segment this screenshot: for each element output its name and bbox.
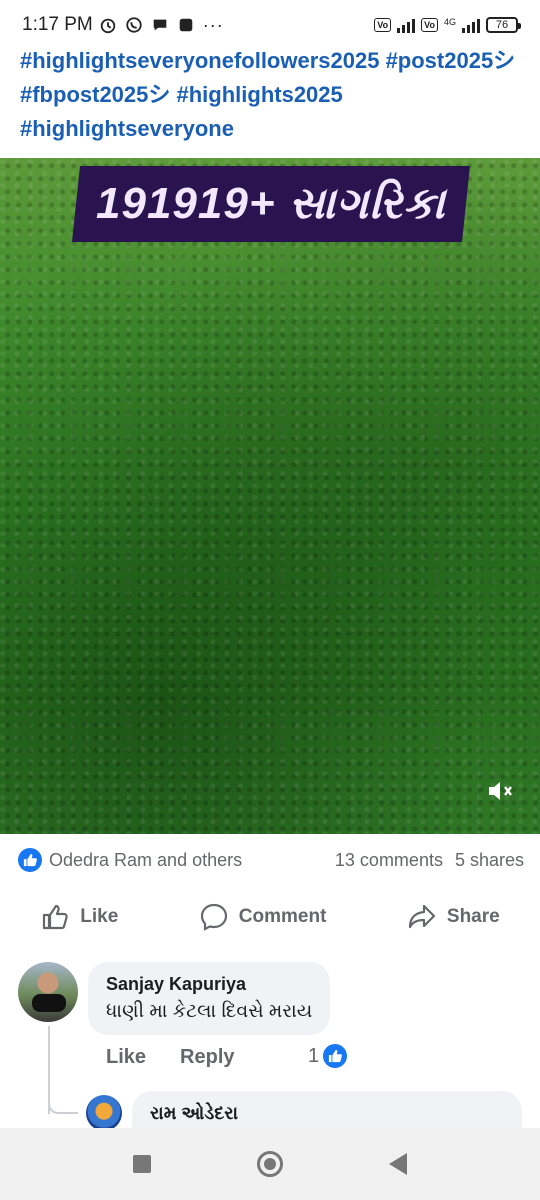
network-type: 4G	[443, 17, 456, 27]
video-banner: 191919+ સાગરિકા	[72, 166, 470, 242]
back-icon[interactable]	[389, 1153, 407, 1175]
like-label: Like	[80, 906, 119, 927]
share-label: Share	[446, 906, 500, 927]
signal-icon	[397, 17, 416, 33]
like-reaction-icon	[323, 1044, 348, 1068]
post-video[interactable]: 191919+ સાગરિકા	[0, 158, 540, 834]
comment-icon	[200, 903, 227, 931]
volte-icon-2: Vo	[421, 18, 438, 32]
chat-icon	[153, 19, 167, 31]
comment-button[interactable]: Comment	[199, 902, 327, 932]
share-button[interactable]: Share	[407, 902, 500, 932]
status-system-icons: Vo Vo 4G 76	[374, 17, 521, 33]
comment-reply-button[interactable]: Reply	[180, 1046, 234, 1069]
status-time: 1:17 PM	[22, 14, 93, 35]
post-actions: Like Comment Share	[0, 893, 540, 941]
comment-label: Comment	[238, 906, 327, 927]
thumbs-up-icon	[43, 904, 68, 930]
reply-author[interactable]: રામ ઓડેદરા	[150, 1103, 238, 1123]
reactions-summary[interactable]: Odedra Ram and others	[49, 850, 242, 871]
home-icon[interactable]	[257, 1151, 283, 1177]
post-caption[interactable]: #highlightseveryonefollowers2025 #post20…	[20, 44, 530, 146]
avatar[interactable]	[86, 1095, 122, 1131]
alarm-icon	[100, 18, 115, 34]
comment-like-button[interactable]: Like	[106, 1046, 146, 1069]
more-icon: ···	[202, 14, 224, 35]
recent-apps-icon[interactable]	[133, 1155, 151, 1173]
battery-icon: 76	[486, 17, 521, 33]
thread-connector	[48, 1094, 78, 1114]
signal-icon-2	[462, 17, 480, 33]
avatar[interactable]	[18, 962, 78, 1022]
status-notification-icons: ···	[99, 15, 224, 36]
volume-muted-icon[interactable]	[484, 774, 518, 808]
share-icon	[408, 904, 436, 929]
comment-actions: Like Reply	[106, 1046, 235, 1069]
comments-count[interactable]: 13 comments	[335, 850, 443, 871]
reactions-row: Odedra Ram and others 13 comments 5 shar…	[18, 843, 524, 877]
like-button[interactable]: Like	[40, 902, 118, 932]
comment-author[interactable]: Sanjay Kapuriya	[106, 974, 312, 995]
comment-reaction-count: 1	[308, 1044, 320, 1067]
volte-icon: Vo	[374, 18, 392, 32]
comment-text: ધાણી મા કેટલા દિવસે મરાય	[106, 1001, 313, 1022]
status-bar: 1:17 PM ··· Vo Vo 4G 76	[0, 0, 540, 50]
avatar-bike-shape	[32, 994, 66, 1012]
whatsapp-icon	[126, 17, 142, 33]
battery-level: 76	[495, 19, 509, 31]
system-nav-bar	[0, 1128, 540, 1200]
comment-bubble[interactable]: Sanjay Kapuriya ધાણી મા કેટલા દિવસે મરાય	[88, 962, 331, 1035]
like-reaction-icon	[18, 848, 42, 872]
comment-reaction[interactable]: 1	[308, 1044, 348, 1068]
video-banner-text: 191919+ સાગરિકા	[96, 179, 446, 228]
shares-count[interactable]: 5 shares	[455, 850, 524, 871]
notification-icon	[179, 18, 193, 32]
